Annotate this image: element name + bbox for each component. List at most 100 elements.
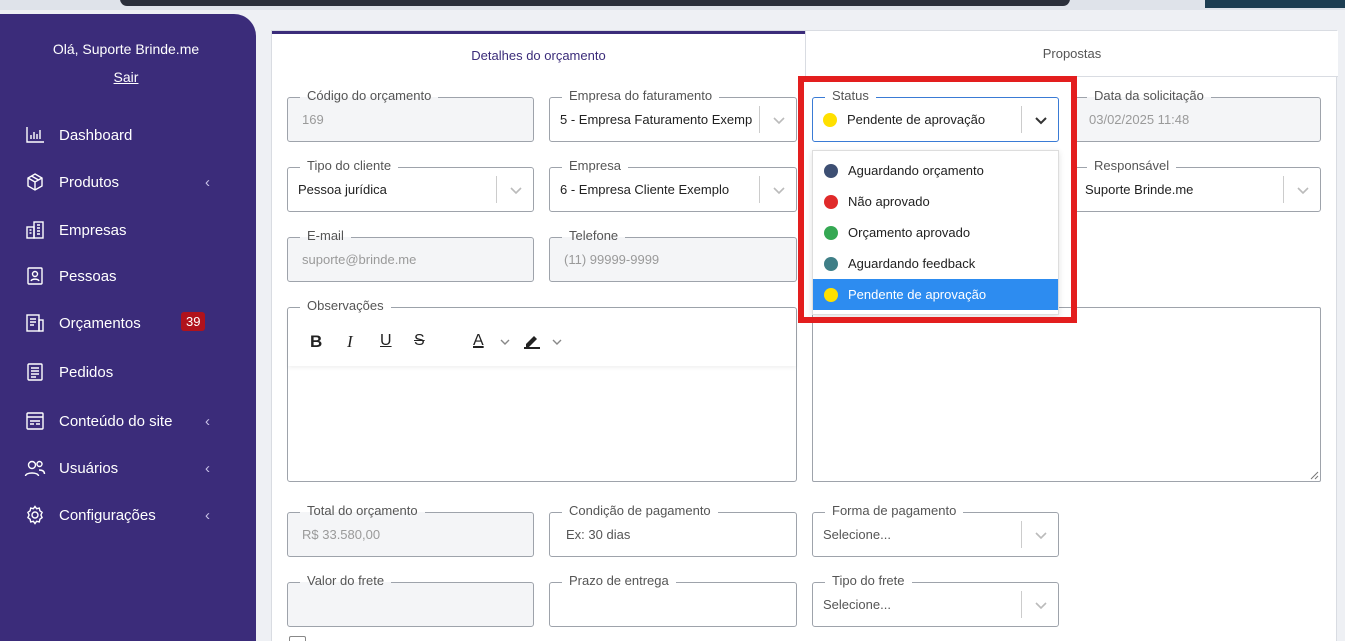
editor-toolbar: B I U S A — [288, 308, 796, 366]
field-label: Status — [825, 88, 876, 104]
status-option[interactable]: Aguardando feedback — [813, 248, 1058, 279]
document-list-icon — [24, 313, 46, 333]
payment-method-select[interactable]: Forma de pagamento Selecione... — [812, 503, 1059, 557]
status-value: Pendente de aprovação — [847, 112, 986, 127]
status-option[interactable]: Aguardando orçamento — [813, 155, 1058, 186]
field-value: 5 - Empresa Faturamento Exemp — [560, 112, 753, 127]
sidebar-item-label: Pedidos — [59, 363, 114, 381]
tab-proposals[interactable]: Propostas — [805, 31, 1338, 77]
person-card-icon — [24, 266, 46, 286]
field-label: Empresa — [562, 158, 629, 174]
sidebar-item-label: Dashboard — [59, 126, 133, 144]
field-label: Prazo de entrega — [562, 573, 676, 589]
field-label: Condição de pagamento — [562, 503, 718, 519]
status-dot-icon — [824, 287, 838, 302]
field-label: Telefone — [562, 228, 626, 244]
sidebar-item-label: Orçamentos — [59, 314, 141, 332]
chevron-down-icon — [773, 117, 785, 125]
field-label: Data da solicitação — [1087, 88, 1211, 104]
sidebar-item-label: Configurações — [59, 506, 156, 524]
address-bar — [120, 0, 1070, 6]
field-label: Responsável — [1087, 158, 1177, 174]
option-label: Pendente de aprovação — [848, 287, 987, 302]
field-label: Tipo do frete — [825, 573, 912, 589]
select-separator — [759, 106, 760, 133]
sidebar: Olá, Suporte Brinde.me Sair Dashboard Pr… — [0, 14, 256, 641]
highlight-color-icon[interactable] — [522, 332, 542, 350]
chevron-down-icon[interactable] — [1033, 112, 1049, 128]
browser-top-strip — [0, 0, 1345, 10]
text-color-icon[interactable]: A — [473, 332, 484, 350]
company-select[interactable]: Empresa 6 - Empresa Cliente Exemplo — [549, 158, 797, 212]
field-label: Empresa do faturamento — [562, 88, 720, 104]
sidebar-item-label: Empresas — [59, 221, 127, 239]
field-value: R$ 33.580,00 — [302, 527, 381, 542]
sidebar-item-empresas[interactable]: Empresas — [24, 217, 210, 243]
freight-type-select[interactable]: Tipo do frete Selecione... — [812, 573, 1059, 627]
field-label: Código do orçamento — [300, 88, 439, 104]
tab-details[interactable]: Detalhes do orçamento — [272, 31, 805, 77]
freight-value-field[interactable]: Valor do frete — [287, 573, 534, 627]
logout-link[interactable]: Sair — [0, 69, 252, 85]
select-separator — [1283, 176, 1284, 203]
underline-icon[interactable]: U — [380, 332, 392, 350]
sidebar-item-pedidos[interactable]: Pedidos — [24, 359, 210, 385]
sidebar-item-conteudo[interactable]: Conteúdo do site ‹ — [24, 408, 210, 434]
top-right-strip — [1205, 0, 1345, 8]
option-checkbox[interactable] — [289, 636, 306, 641]
notes-textarea-secondary[interactable] — [812, 307, 1321, 482]
sidebar-item-usuarios[interactable]: Usuários ‹ — [24, 455, 210, 481]
site-content-icon — [24, 411, 46, 431]
phone-field[interactable]: Telefone (11) 99999-9999 — [549, 228, 797, 282]
option-label: Não aprovado — [848, 194, 930, 209]
status-select[interactable]: Status Pendente de aprovação — [812, 88, 1059, 142]
field-value: 6 - Empresa Cliente Exemplo — [560, 182, 730, 197]
billing-company-select[interactable]: Empresa do faturamento 5 - Empresa Fatur… — [549, 88, 797, 142]
sidebar-item-orcamentos[interactable]: Orçamentos 39 — [24, 310, 210, 336]
select-separator — [759, 176, 760, 203]
notes-editor[interactable]: Observações B I U S A — [287, 298, 797, 482]
status-option[interactable]: Não aprovado — [813, 186, 1058, 217]
bold-icon[interactable]: B — [310, 332, 322, 352]
field-label: Valor do frete — [300, 573, 392, 589]
chart-icon — [24, 125, 46, 145]
sidebar-item-produtos[interactable]: Produtos ‹ — [24, 169, 210, 195]
chevron-left-icon: ‹ — [205, 459, 210, 477]
responsible-select[interactable]: Responsável Suporte Brinde.me — [1074, 158, 1321, 212]
chevron-down-icon — [773, 187, 785, 195]
total-field[interactable]: Total do orçamento R$ 33.580,00 — [287, 503, 534, 557]
italic-icon[interactable]: I — [347, 332, 353, 352]
select-separator — [1021, 106, 1022, 133]
greeting-text: Olá, Suporte Brinde.me — [52, 41, 200, 57]
field-value: Suporte Brinde.me — [1085, 182, 1194, 197]
field-placeholder: Selecione... — [823, 527, 891, 542]
resize-handle-icon[interactable] — [1309, 470, 1319, 480]
option-label: Orçamento aprovado — [848, 225, 971, 240]
chevron-down-icon — [510, 187, 522, 195]
chevron-left-icon: ‹ — [205, 173, 210, 191]
field-value: Pendente de aprovação — [823, 112, 985, 127]
chevron-left-icon: ‹ — [205, 412, 210, 430]
status-option-selected[interactable]: Pendente de aprovação — [813, 279, 1058, 310]
status-dot-icon — [824, 256, 838, 271]
select-separator — [1021, 521, 1022, 548]
status-option[interactable]: Orçamento aprovado — [813, 217, 1058, 248]
field-label: Tipo do cliente — [300, 158, 399, 174]
sidebar-item-label: Produtos — [59, 173, 120, 191]
client-type-select[interactable]: Tipo do cliente Pessoa jurídica — [287, 158, 534, 212]
sidebar-item-pessoas[interactable]: Pessoas — [24, 263, 210, 289]
field-value: 169 — [302, 112, 324, 127]
request-date-field[interactable]: Data da solicitação 03/02/2025 11:48 — [1074, 88, 1321, 142]
field-placeholder: Ex: 30 dias — [566, 527, 631, 542]
email-field[interactable]: E-mail suporte@brinde.me — [287, 228, 534, 282]
delivery-time-input[interactable]: Prazo de entrega — [549, 573, 797, 627]
code-field[interactable]: Código do orçamento 169 — [287, 88, 534, 142]
chevron-down-icon[interactable] — [551, 336, 563, 348]
sidebar-item-configuracoes[interactable]: Configurações ‹ — [24, 502, 210, 528]
box-icon — [24, 172, 46, 192]
status-dot-icon — [824, 163, 838, 178]
sidebar-item-dashboard[interactable]: Dashboard — [24, 122, 210, 148]
strikethrough-icon[interactable]: S — [414, 332, 425, 350]
payment-condition-input[interactable]: Condição de pagamento Ex: 30 dias — [549, 503, 797, 557]
chevron-down-icon[interactable] — [499, 336, 511, 348]
